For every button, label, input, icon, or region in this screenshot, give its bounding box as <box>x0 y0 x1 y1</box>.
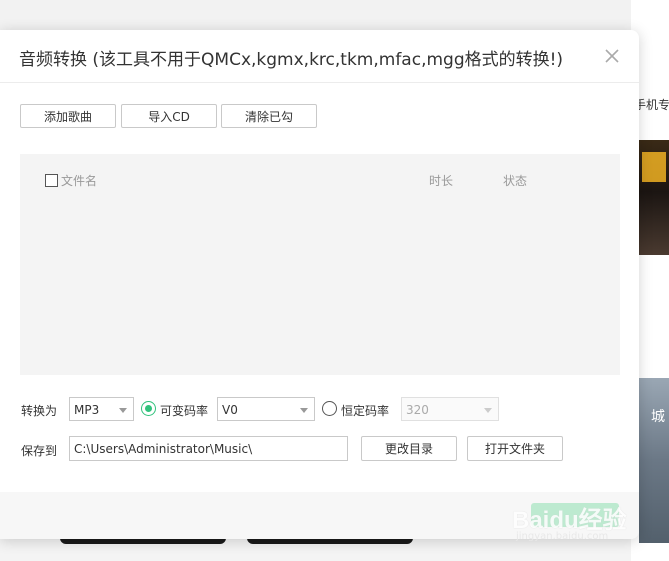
background-thumbnail-2-label: 城 <box>651 409 665 425</box>
dialog-titlebar: 音频转换 (该工具不用于QMCx,kgmx,krc,tkm,mfac,mgg格式… <box>0 30 639 83</box>
cbr-select-value: 320 <box>406 403 429 417</box>
background-thumbnail-1-accent <box>642 152 666 182</box>
column-header-status: 状态 <box>503 174 528 188</box>
change-directory-button[interactable]: 更改目录 <box>361 436 457 461</box>
chevron-down-icon <box>119 408 127 413</box>
clear-checked-button[interactable]: 清除已勾 <box>221 104 317 128</box>
background-thumbnail-2[interactable] <box>639 378 669 543</box>
vbr-radio[interactable] <box>141 401 156 416</box>
format-select[interactable]: MP3 <box>69 397 134 421</box>
column-header-duration: 时长 <box>429 174 454 188</box>
cbr-label[interactable]: 恒定码率 <box>341 402 389 419</box>
chevron-down-icon <box>484 408 492 413</box>
background-label: 手机专 <box>634 98 669 112</box>
save-to-label: 保存到 <box>21 444 58 458</box>
import-cd-button[interactable]: 导入CD <box>121 104 217 128</box>
audio-convert-dialog: 音频转换 (该工具不用于QMCx,kgmx,krc,tkm,mfac,mgg格式… <box>0 30 639 539</box>
close-button[interactable] <box>601 45 623 67</box>
select-all-checkbox[interactable] <box>45 174 58 187</box>
close-icon <box>605 49 619 63</box>
cbr-radio[interactable] <box>322 401 337 416</box>
background-top-area <box>0 0 669 30</box>
open-folder-button[interactable]: 打开文件夹 <box>467 436 563 461</box>
vbr-select[interactable]: V0 <box>217 397 315 421</box>
chevron-down-icon <box>300 408 308 413</box>
save-path-input[interactable]: C:\Users\Administrator\Music\ <box>69 436 348 461</box>
format-select-value: MP3 <box>74 403 100 417</box>
column-header-filename: 文件名 <box>61 174 98 188</box>
vbr-select-value: V0 <box>222 403 238 417</box>
save-path-value: C:\Users\Administrator\Music\ <box>74 442 253 456</box>
file-list[interactable]: 文件名 时长 状态 <box>20 154 620 375</box>
cbr-select: 320 <box>401 397 499 421</box>
dialog-title: 音频转换 (该工具不用于QMCx,kgmx,krc,tkm,mfac,mgg格式… <box>19 50 564 70</box>
vbr-label[interactable]: 可变码率 <box>160 402 208 419</box>
convert-to-label: 转换为 <box>21 404 58 418</box>
radio-dot-icon <box>145 405 152 412</box>
add-song-button[interactable]: 添加歌曲 <box>20 104 116 128</box>
watermark-url: jingyan.baidu.com <box>516 531 609 542</box>
watermark-logo: Baidu经验 <box>512 507 627 534</box>
